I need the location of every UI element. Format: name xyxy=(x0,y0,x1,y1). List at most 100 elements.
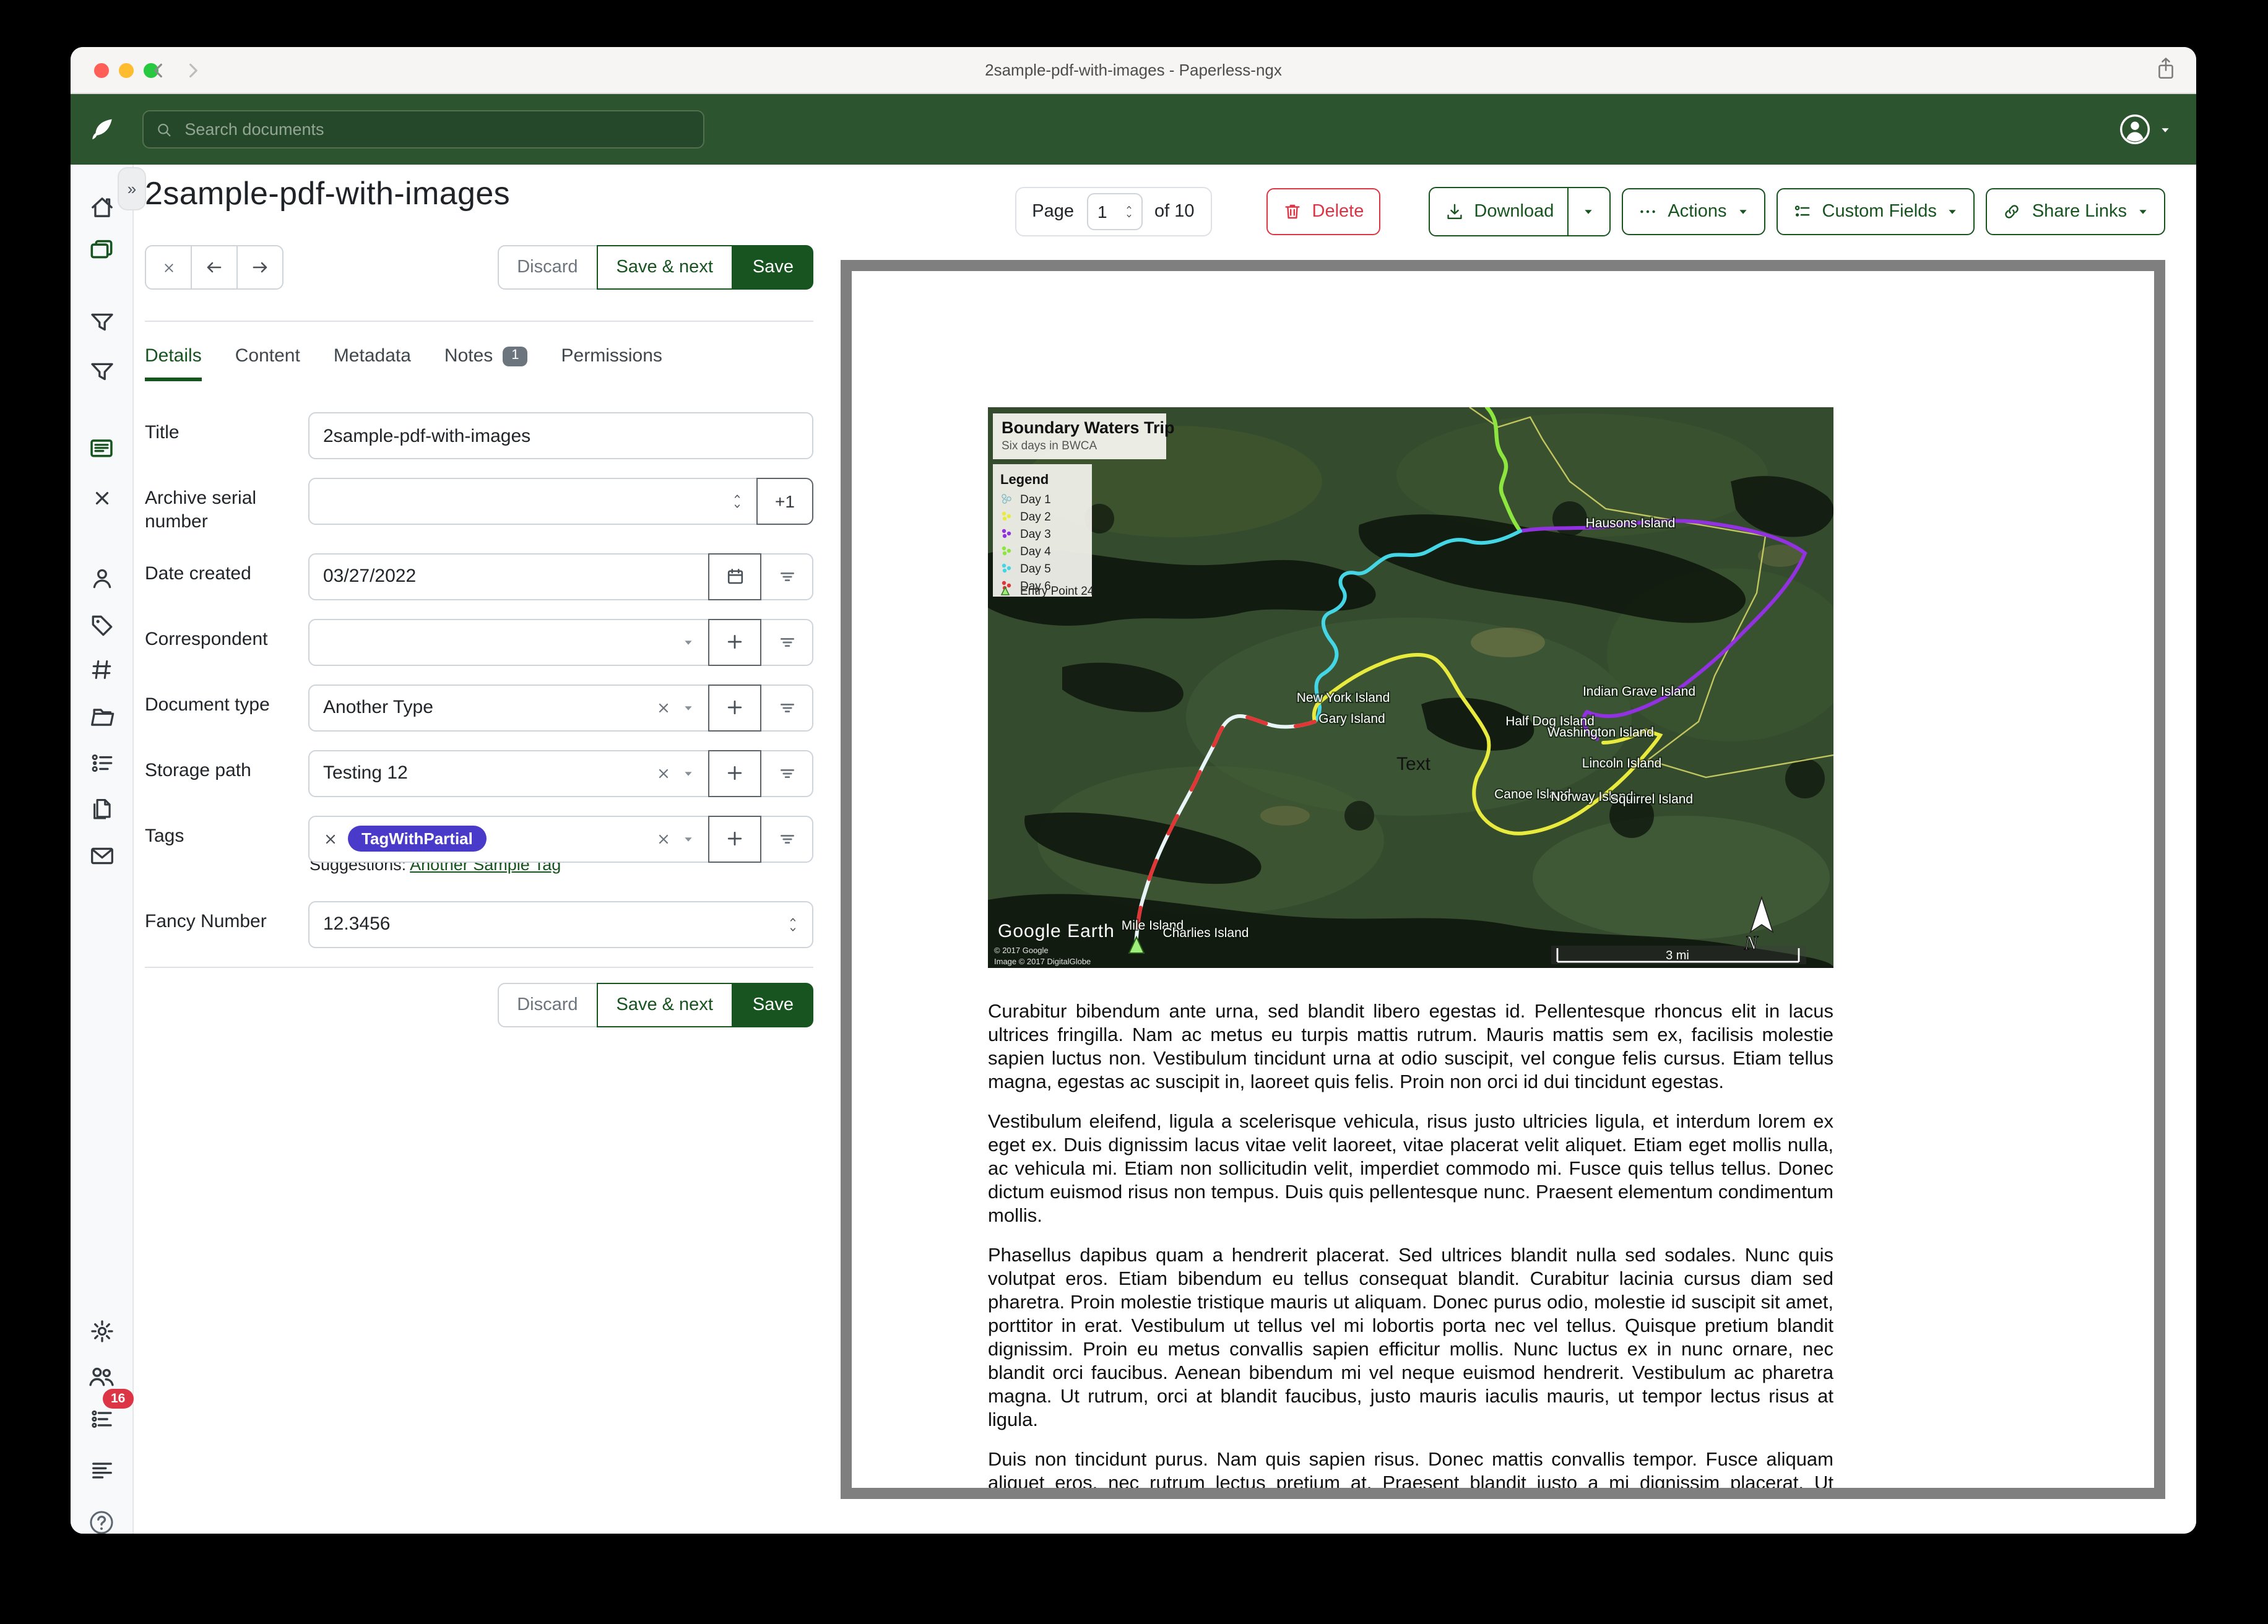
remove-tag-icon[interactable] xyxy=(323,831,338,846)
sidebar-item-settings[interactable] xyxy=(80,1312,123,1349)
share-button[interactable] xyxy=(2155,57,2176,80)
sidebar-item-logs[interactable] xyxy=(80,1451,123,1488)
sidebar-item-saved-views[interactable] xyxy=(80,790,123,827)
next-document-button[interactable] xyxy=(236,245,284,290)
tag-chip[interactable]: TagWithPartial xyxy=(348,826,487,852)
browser-back-button[interactable] xyxy=(145,57,172,84)
sidebar-item-saved-view-filter-2[interactable] xyxy=(80,353,123,390)
download-split-button[interactable]: Download xyxy=(1428,187,1611,236)
search-icon xyxy=(156,121,172,138)
date-filter-button[interactable] xyxy=(760,553,813,600)
add-storage-path-button[interactable] xyxy=(708,749,761,797)
add-tag-button[interactable] xyxy=(708,815,761,862)
storage-path-filter-button[interactable] xyxy=(760,749,813,797)
share-links-button[interactable]: Share Links xyxy=(1986,188,2165,235)
storage-path-select[interactable]: Testing 12 xyxy=(308,749,709,797)
editor-controls-row: Discard Save & next Save xyxy=(145,245,813,290)
download-icon xyxy=(1444,202,1464,222)
tab-label: Notes xyxy=(444,345,493,366)
search-bar[interactable] xyxy=(142,110,704,149)
tab-permissions[interactable]: Permissions xyxy=(561,345,662,381)
sidebar-item-close-document[interactable] xyxy=(80,479,123,516)
correspondent-select[interactable] xyxy=(308,618,709,665)
correspondent-filter-button[interactable] xyxy=(760,618,813,665)
actions-menu-button[interactable]: Actions xyxy=(1622,188,1765,235)
clear-icon[interactable] xyxy=(656,700,671,715)
custom-fields-button[interactable]: Custom Fields xyxy=(1777,188,1975,235)
legend-title: Legend xyxy=(1000,472,1049,487)
title-input[interactable] xyxy=(323,425,799,446)
tab-content[interactable]: Content xyxy=(235,345,300,381)
page-number-field[interactable] xyxy=(1086,193,1142,230)
close-window-button[interactable] xyxy=(94,63,109,77)
sidebar-item-saved-view-filter[interactable] xyxy=(80,303,123,340)
legend-day2: Day 2 xyxy=(1020,511,1051,524)
download-options-button[interactable] xyxy=(1567,188,1595,235)
field-fancy-number: Fancy Number xyxy=(145,901,813,948)
previous-document-button[interactable] xyxy=(191,245,238,290)
boundary-waters-map: Boundary Waters Trip Six days in BWCA Le… xyxy=(988,407,1833,968)
fancy-number-stepper[interactable] xyxy=(787,915,799,933)
search-input[interactable] xyxy=(182,119,691,140)
plus-icon xyxy=(724,762,745,784)
sidebar-item-help[interactable] xyxy=(80,1504,123,1534)
tab-metadata[interactable]: Metadata xyxy=(334,345,411,381)
sidebar-item-tasks[interactable]: 16 xyxy=(80,1400,123,1437)
save-and-next-button[interactable]: Save & next xyxy=(597,245,733,290)
tags-label: Tags xyxy=(145,815,291,849)
clear-icon[interactable] xyxy=(656,766,671,780)
sidebar-item-documents[interactable] xyxy=(80,231,123,269)
tab-notes[interactable]: Notes1 xyxy=(444,345,528,381)
document-type-select[interactable]: Another Type xyxy=(308,684,709,731)
divider xyxy=(145,321,813,322)
discard-button[interactable]: Discard xyxy=(497,982,597,1027)
asn-increment-button[interactable]: +1 xyxy=(756,478,813,525)
browser-forward-button[interactable] xyxy=(180,57,207,84)
sidebar-item-mail[interactable] xyxy=(80,837,123,874)
save-button[interactable]: Save xyxy=(733,245,813,290)
date-picker-button[interactable] xyxy=(708,553,761,600)
funnel-icon xyxy=(89,309,115,335)
clear-icon[interactable] xyxy=(656,831,671,846)
caret-down-icon xyxy=(1947,205,1959,218)
sidebar-item-correspondents[interactable] xyxy=(80,559,123,597)
asn-stepper[interactable] xyxy=(732,493,743,510)
app-logo[interactable] xyxy=(71,114,132,144)
save-button[interactable]: Save xyxy=(733,982,813,1027)
caret-down-icon xyxy=(1582,205,1595,218)
add-document-type-button[interactable] xyxy=(708,684,761,731)
funnel-icon xyxy=(89,358,115,384)
sidebar-expand-button[interactable]: » xyxy=(118,167,146,210)
tab-label: Metadata xyxy=(334,345,411,366)
tab-label: Details xyxy=(145,345,202,366)
add-correspondent-button[interactable] xyxy=(708,618,761,665)
macos-titlebar: 2sample-pdf-with-images - Paperless-ngx xyxy=(71,47,2196,94)
sidebar-item-tags[interactable] xyxy=(80,607,123,644)
page-number-input[interactable] xyxy=(1095,201,1119,223)
fancy-number-input[interactable] xyxy=(323,914,787,935)
map-title-box: Boundary Waters Trip Six days in BWCA xyxy=(993,413,1175,459)
tab-details[interactable]: Details xyxy=(145,345,202,381)
delete-button[interactable]: Delete xyxy=(1266,188,1380,235)
pdf-page: Boundary Waters Trip Six days in BWCA Le… xyxy=(852,271,2154,1488)
sidebar-item-dashboard[interactable] xyxy=(80,188,123,225)
sidebar-item-document-types[interactable] xyxy=(80,651,123,688)
sidebar-item-custom-fields[interactable] xyxy=(80,744,123,781)
date-created-label: Date created xyxy=(145,553,291,586)
save-and-next-button[interactable]: Save & next xyxy=(597,982,733,1027)
date-created-input[interactable] xyxy=(323,566,695,587)
tab-label: Content xyxy=(235,345,300,366)
legend-entry-point: Entry Point 24 xyxy=(1020,585,1094,598)
close-document-button[interactable] xyxy=(145,245,192,290)
sidebar-item-open-document[interactable] xyxy=(80,430,123,467)
legend-day4: Day 4 xyxy=(1020,545,1051,558)
discard-button[interactable]: Discard xyxy=(497,245,597,290)
pdf-preview-viewer[interactable]: Boundary Waters Trip Six days in BWCA Le… xyxy=(841,260,2165,1499)
sidebar-item-storage-paths[interactable] xyxy=(80,698,123,735)
minimize-window-button[interactable] xyxy=(119,63,134,77)
user-menu[interactable] xyxy=(2118,113,2171,146)
tags-select[interactable]: TagWithPartial xyxy=(308,815,709,862)
asn-input[interactable] xyxy=(323,491,732,512)
document-type-filter-button[interactable] xyxy=(760,684,813,731)
page-stepper[interactable] xyxy=(1123,204,1133,219)
